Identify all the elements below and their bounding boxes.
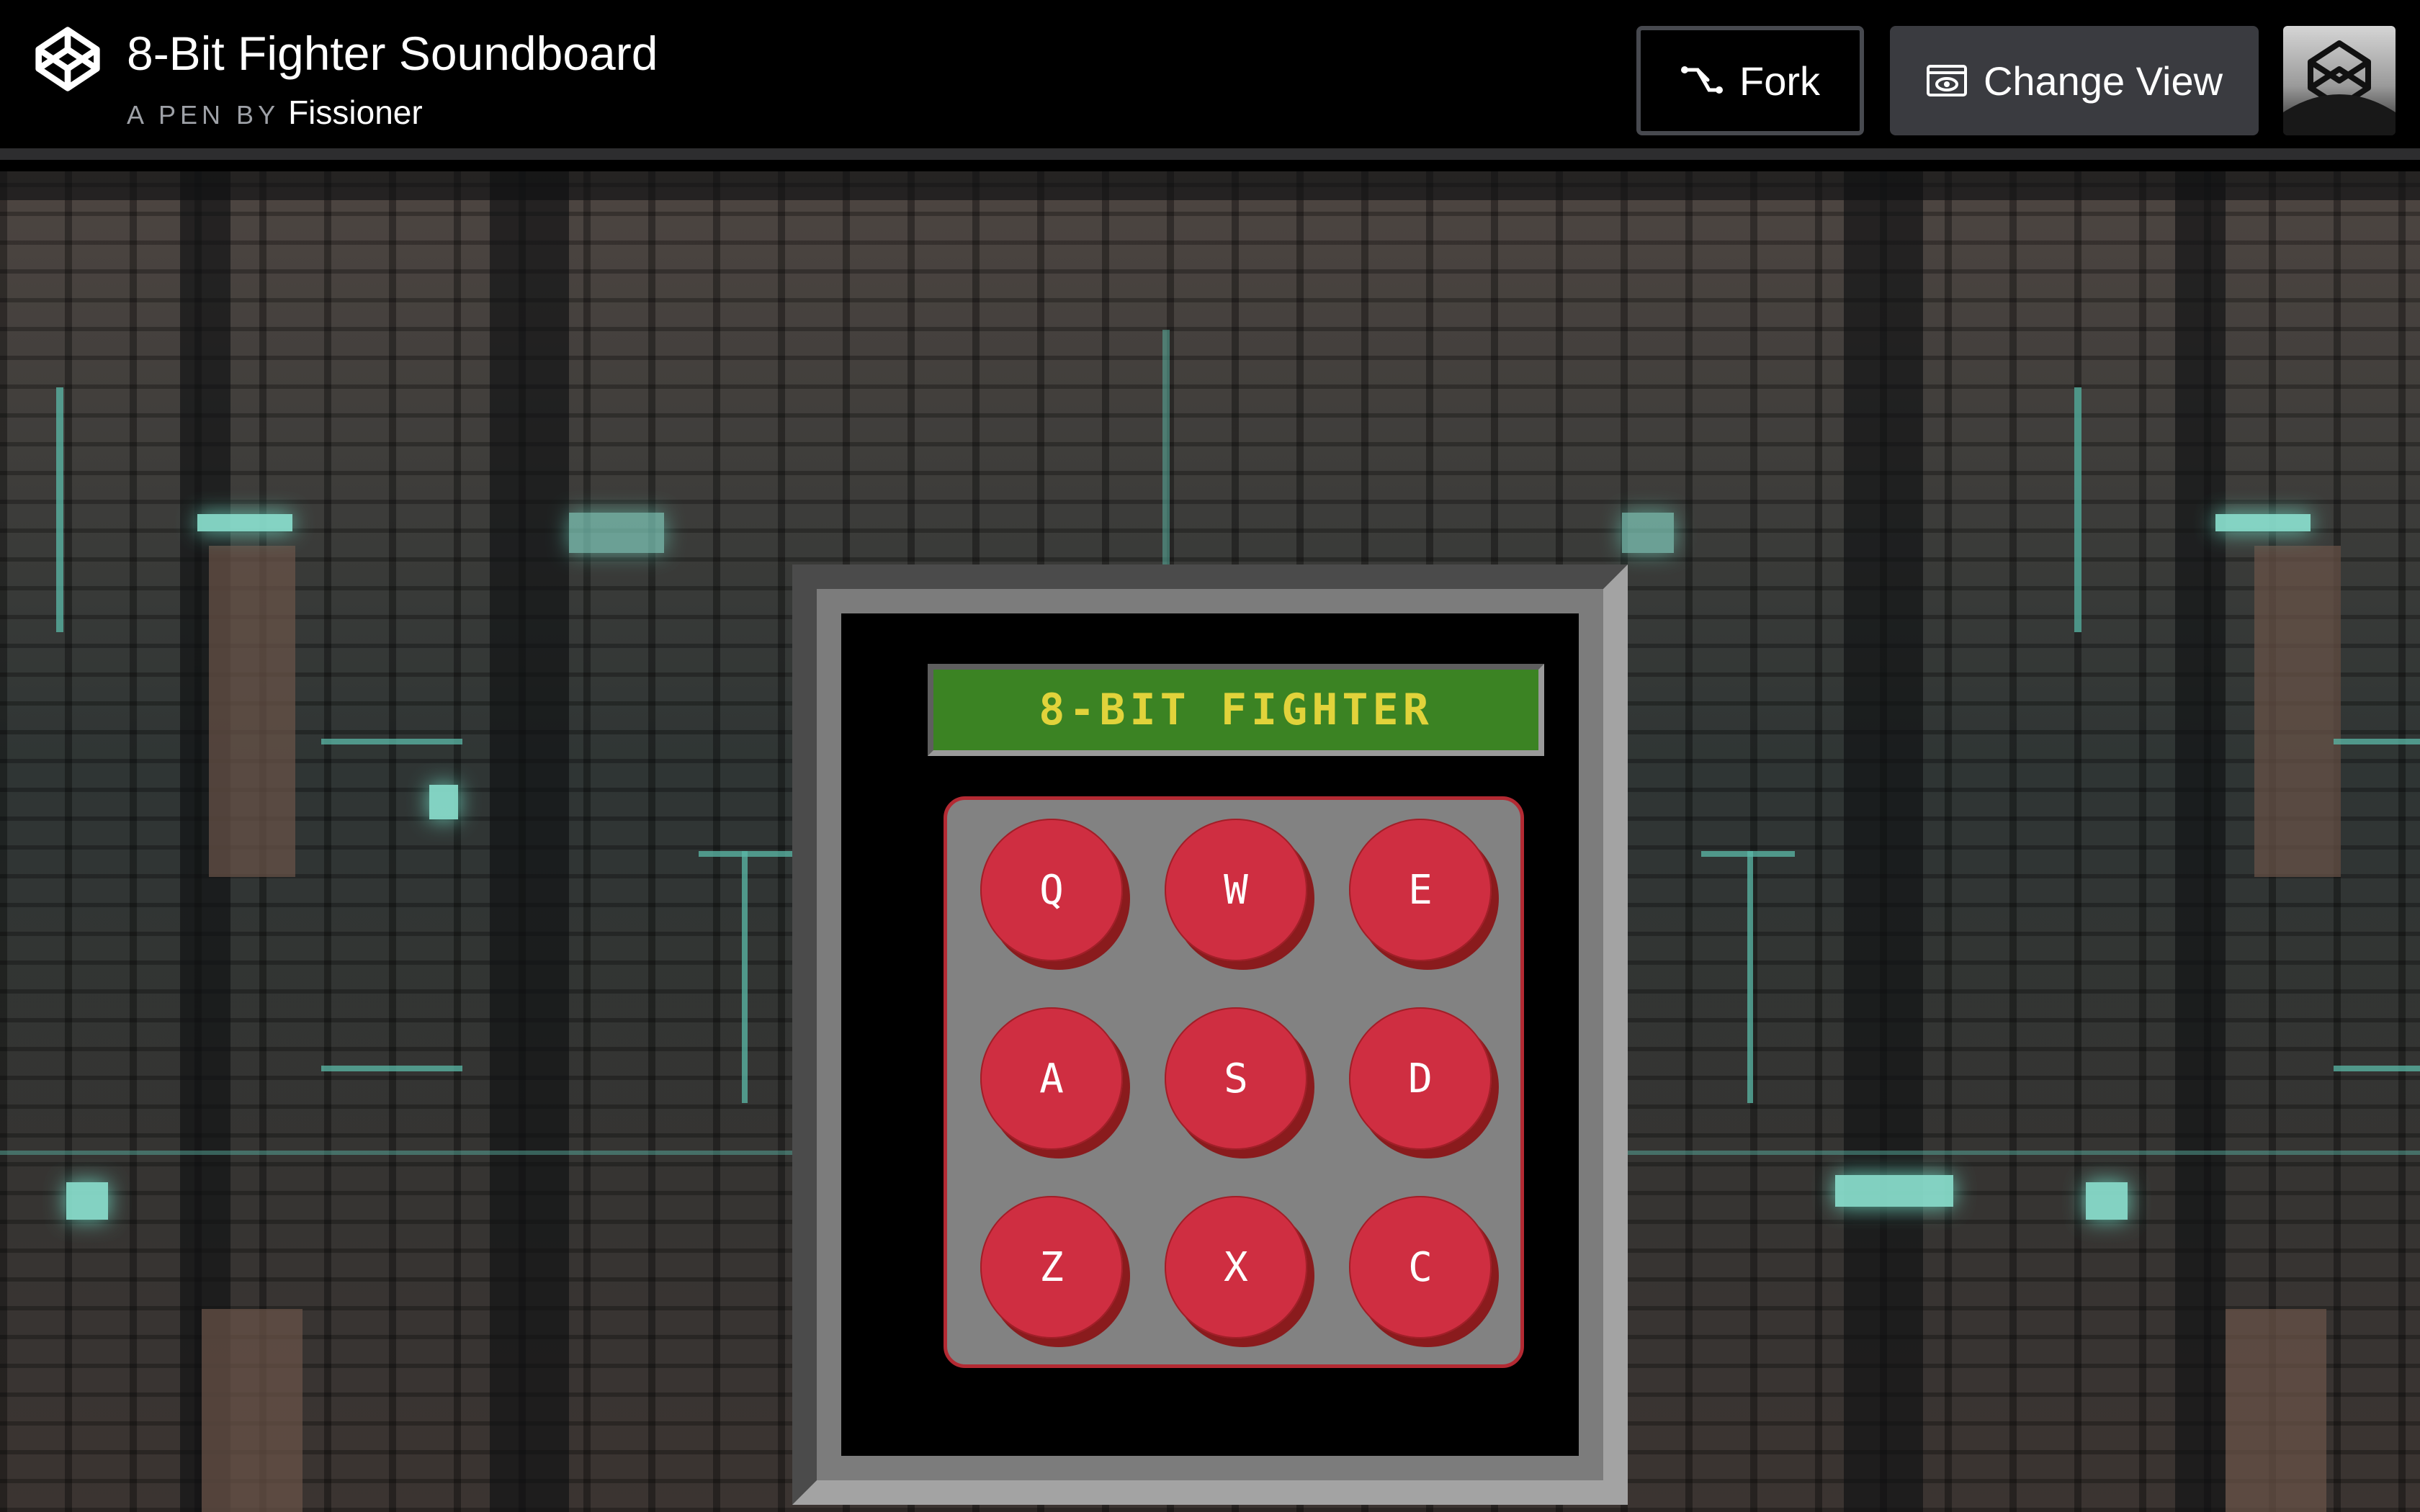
fork-icon (1681, 66, 1723, 94)
codepen-logo-icon[interactable] (33, 24, 102, 94)
bg-light (2086, 1182, 2128, 1220)
user-avatar[interactable] (2283, 26, 2396, 135)
fork-label: Fork (1739, 58, 1820, 104)
bg-neon-line (56, 387, 63, 632)
bg-panel (209, 546, 295, 877)
bg-panel (202, 1309, 302, 1512)
bg-pillar (1844, 171, 1923, 1512)
bg-pillar (2175, 171, 2226, 1512)
bg-neon-line (2334, 739, 2420, 744)
bg-neon-line (321, 1066, 462, 1071)
pen-byline: A PEN BY Fissioner (127, 91, 423, 137)
pen-preview-stage: 8-BIT FIGHTER Q W E A S D Z X C (0, 171, 2420, 1512)
key-q[interactable]: Q (980, 819, 1123, 961)
key-z[interactable]: Z (980, 1196, 1123, 1338)
bg-light (2215, 514, 2311, 531)
key-e[interactable]: E (1349, 819, 1492, 961)
key-pad: Q W E A S D Z X C (944, 796, 1524, 1368)
key-x[interactable]: X (1165, 1196, 1307, 1338)
bg-light (197, 514, 292, 531)
bg-light (429, 785, 458, 819)
soundboard-screen: 8-BIT FIGHTER Q W E A S D Z X C (841, 613, 1579, 1456)
bg-pillar (490, 171, 569, 1512)
bg-neon-line (1747, 851, 1753, 1103)
key-w[interactable]: W (1165, 819, 1307, 961)
bg-light (1622, 513, 1674, 553)
change-view-label: Change View (1983, 58, 2223, 104)
bg-neon-line (2074, 387, 2081, 632)
bg-panel (2226, 1309, 2326, 1512)
bg-neon-line (2334, 1066, 2420, 1071)
bg-light (1835, 1175, 1953, 1207)
key-a[interactable]: A (980, 1007, 1123, 1150)
eye-window-icon (1926, 65, 1967, 96)
author-link[interactable]: Fissioner (288, 94, 423, 131)
soundboard-frame: 8-BIT FIGHTER Q W E A S D Z X C (792, 564, 1628, 1505)
bg-neon-line (1162, 330, 1170, 589)
fork-button[interactable]: Fork (1636, 26, 1864, 135)
key-d[interactable]: D (1349, 1007, 1492, 1150)
byline-prefix: A PEN BY (127, 100, 280, 130)
change-view-button[interactable]: Change View (1890, 26, 2259, 135)
user-avatar-icon (2283, 40, 2396, 135)
bg-panel (2254, 546, 2341, 877)
bg-top-band (0, 171, 2420, 200)
bg-neon-line (321, 739, 462, 744)
bg-neon-line (742, 851, 748, 1103)
bg-light (569, 513, 664, 553)
soundboard-display: 8-BIT FIGHTER (928, 664, 1544, 756)
pen-title: 8-Bit Fighter Soundboard (127, 27, 658, 80)
pen-header: 8-Bit Fighter Soundboard A PEN BY Fission… (0, 0, 2420, 160)
bg-light (66, 1182, 108, 1220)
key-c[interactable]: C (1349, 1196, 1492, 1338)
key-s[interactable]: S (1165, 1007, 1307, 1150)
